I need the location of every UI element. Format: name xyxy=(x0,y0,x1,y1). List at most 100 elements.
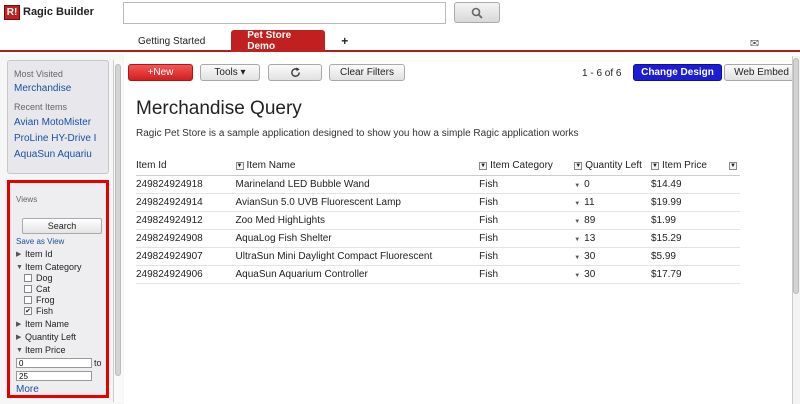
refresh-icon xyxy=(290,67,300,77)
column-menu-icon[interactable]: ▼ xyxy=(728,161,737,170)
cell-item-price: $19.99 xyxy=(650,193,740,212)
filter-item-category[interactable]: ▼ Item Category xyxy=(16,262,100,272)
filter-label: Item Category xyxy=(25,262,82,272)
cell-item-price: $5.99 xyxy=(650,247,740,266)
cell-item-id: 249824924907 xyxy=(136,247,236,266)
logo-mark: R! xyxy=(4,4,20,20)
column-header-quantity-left[interactable]: ▼ Quantity Left xyxy=(574,157,651,176)
price-to-input[interactable] xyxy=(16,371,92,381)
recent-item[interactable]: ProLine HY-Drive I xyxy=(14,133,102,144)
views-title: Views xyxy=(16,195,38,204)
column-header-item-price[interactable]: ▼ Item Price ▼ xyxy=(650,157,740,176)
column-header-item-id[interactable]: Item Id xyxy=(136,157,236,176)
page-title: Merchandise Query xyxy=(136,98,302,119)
filter-label: Quantity Left xyxy=(25,332,77,342)
table-header-row: Item Id ▼ Item Name ▼ Item Category ▼ Quant… xyxy=(136,157,740,176)
most-visited-link[interactable]: Merchandise xyxy=(14,83,102,94)
cell-item-name: Zoo Med HighLights xyxy=(235,211,480,230)
column-header-item-category[interactable]: ▼ Item Category xyxy=(479,157,575,176)
column-menu-icon[interactable]: ▼ xyxy=(574,161,583,170)
price-range: to xyxy=(16,358,102,368)
web-embed-button[interactable]: Web Embed xyxy=(724,64,799,81)
filter-item-price[interactable]: ▼ Item Price xyxy=(16,345,100,355)
collapse-icon: ▼ xyxy=(16,263,23,271)
recent-item[interactable]: Avian MotoMister xyxy=(14,117,102,128)
expand-icon: ▶ xyxy=(16,251,22,258)
column-menu-icon[interactable]: ▼ xyxy=(650,161,659,170)
dropdown-arrow-icon: ▼ xyxy=(574,236,581,243)
cell-item-category: Fish xyxy=(479,193,575,212)
checkbox[interactable] xyxy=(24,285,32,293)
refresh-button[interactable] xyxy=(268,64,322,81)
table-row[interactable]: 249824924914 AvianSun 5.0 UVB Fluorescen… xyxy=(136,193,740,212)
column-menu-icon[interactable]: ▼ xyxy=(235,161,244,170)
save-as-view-link[interactable]: Save as View xyxy=(16,237,100,246)
views-panel: Views Search Save as View ▶ Item Id ▼ It… xyxy=(7,180,109,398)
dropdown-arrow-icon: ▼ xyxy=(574,218,581,225)
table-row[interactable]: 249824924918 Marineland LED Bubble Wand … xyxy=(136,175,740,194)
page-description: Ragic Pet Store is a sample application … xyxy=(136,128,579,139)
sidebar-scrollbar-thumb[interactable] xyxy=(115,64,121,376)
column-menu-icon[interactable]: ▼ xyxy=(479,161,488,170)
table-row[interactable]: 249824924906 AquaSun Aquarium Controller… xyxy=(136,265,740,284)
checkbox-checked[interactable]: ✔ xyxy=(24,307,32,315)
cell-quantity-left: ▼ 89 xyxy=(574,211,651,230)
cell-item-name: Marineland LED Bubble Wand xyxy=(235,175,480,194)
checkbox[interactable] xyxy=(24,296,32,304)
cell-item-category: Fish xyxy=(479,229,575,248)
cell-item-id: 249824924908 xyxy=(136,229,236,248)
expand-icon: ▶ xyxy=(16,334,22,341)
dropdown-arrow-icon: ▼ xyxy=(574,254,581,261)
recent-items-title: Recent Items xyxy=(14,102,68,112)
cell-quantity-left: ▼ 30 xyxy=(574,247,651,266)
top-header: R! Ragic Builder Getting Started Pet Sto… xyxy=(0,0,800,52)
category-option-cat[interactable]: Cat xyxy=(24,284,100,294)
cell-quantity-left: ▼ 0 xyxy=(574,175,651,194)
column-header-item-name[interactable]: ▼ Item Name xyxy=(235,157,480,176)
filter-quantity-left[interactable]: ▶ Quantity Left xyxy=(16,332,100,342)
most-visited-title: Most Visited xyxy=(14,69,63,79)
filter-item-id[interactable]: ▶ Item Id xyxy=(16,249,100,259)
cell-item-id: 249824924906 xyxy=(136,265,236,284)
cell-quantity-left: ▼ 13 xyxy=(574,229,651,248)
table-row[interactable]: 249824924908 AquaLog Fish Shelter Fish ▼… xyxy=(136,229,740,248)
records-table: Item Id ▼ Item Name ▼ Item Category ▼ Quant… xyxy=(136,157,740,284)
views-search-button[interactable]: Search xyxy=(22,218,102,234)
range-to-label: to xyxy=(94,358,102,368)
cell-quantity-left: ▼ 11 xyxy=(574,193,651,212)
table-row[interactable]: 249824924912 Zoo Med HighLights Fish ▼ 89… xyxy=(136,211,740,230)
recent-item[interactable]: AquaSun Aquariu xyxy=(14,149,102,160)
filter-item-name[interactable]: ▶ Item Name xyxy=(16,319,100,329)
search-button[interactable] xyxy=(454,2,500,23)
envelope-icon[interactable]: ✉ xyxy=(750,37,759,50)
cell-item-category: Fish xyxy=(479,247,575,266)
tab-getting-started[interactable]: Getting Started xyxy=(122,30,221,52)
cell-item-id: 249824924914 xyxy=(136,193,236,212)
dropdown-arrow-icon: ▼ xyxy=(574,272,581,279)
main-scrollbar-thumb[interactable] xyxy=(793,58,799,294)
change-design-button[interactable]: Change Design xyxy=(633,64,722,81)
cell-item-id: 249824924912 xyxy=(136,211,236,230)
category-option-frog[interactable]: Frog xyxy=(24,295,100,305)
global-search-input[interactable] xyxy=(123,2,446,24)
dropdown-arrow-icon: ▼ xyxy=(574,200,581,207)
cell-item-id: 249824924918 xyxy=(136,175,236,194)
ragic-logo[interactable]: R! Ragic Builder xyxy=(4,4,94,20)
more-link[interactable]: More xyxy=(16,384,100,395)
tools-menu-button[interactable]: Tools ▾ xyxy=(200,64,260,81)
search-icon xyxy=(471,7,483,19)
category-option-dog[interactable]: Dog xyxy=(24,273,100,283)
category-option-fish[interactable]: ✔ Fish xyxy=(24,306,100,316)
checkbox[interactable] xyxy=(24,274,32,282)
new-record-button[interactable]: +New xyxy=(128,64,193,81)
add-tab-button[interactable]: + xyxy=(329,30,360,52)
sidebar: Most Visited Merchandise Recent Items Av… xyxy=(0,54,124,404)
option-label: Fish xyxy=(36,306,54,316)
cell-item-name: AvianSun 5.0 UVB Fluorescent Lamp xyxy=(235,193,480,212)
table-row[interactable]: 249824924907 UltraSun Mini Daylight Comp… xyxy=(136,247,740,266)
price-range-end xyxy=(16,371,100,381)
dropdown-arrow-icon: ▼ xyxy=(574,182,581,189)
clear-filters-button[interactable]: Clear Filters xyxy=(329,64,405,81)
price-from-input[interactable] xyxy=(16,358,92,368)
tab-pet-store-demo[interactable]: Pet Store Demo xyxy=(231,30,326,52)
